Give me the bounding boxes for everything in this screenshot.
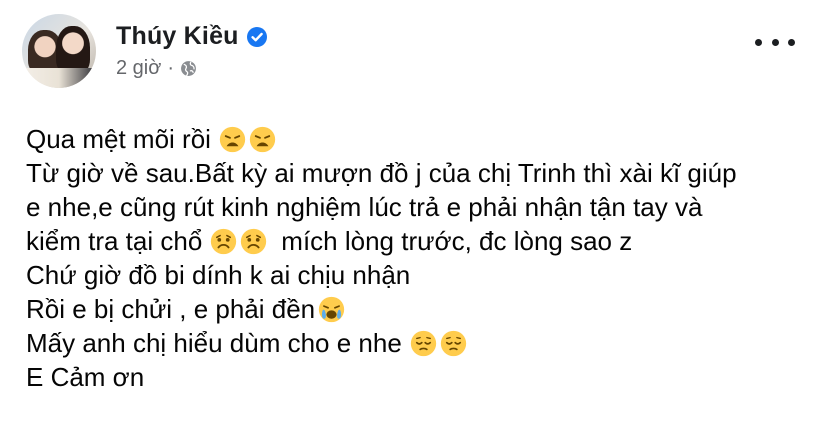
line-text: E Cảm ơn	[26, 362, 145, 392]
post-line: Mấy anh chị hiểu dùm cho e nhe	[26, 326, 796, 360]
post-line: Qua mệt mõi rồi	[26, 122, 796, 156]
sad-face-icon	[240, 228, 267, 255]
post-line: E Cảm ơn	[26, 360, 796, 394]
sad-face-icon	[210, 228, 237, 255]
post-time[interactable]: 2 giờ	[116, 57, 161, 80]
post-meta: Thúy Kiều 2 giờ ·	[116, 22, 267, 80]
post-line: e nhe,e cũng rút kinh nghiệm lúc trả e p…	[26, 190, 796, 224]
pensive-face-icon	[410, 330, 437, 357]
weary-face-icon	[219, 126, 246, 153]
post-line: Từ giờ về sau.Bất kỳ ai mượn đồ j của ch…	[26, 156, 796, 190]
post-header: Thúy Kiều 2 giờ ·	[22, 14, 267, 88]
verified-badge-icon	[246, 26, 267, 47]
pensive-face-icon	[440, 330, 467, 357]
globe-icon[interactable]	[180, 60, 197, 77]
post-line: kiểm tra tại chổ mích lòng trước, đc lòn…	[26, 224, 796, 258]
post-line: Rồi e bị chửi , e phải đền	[26, 292, 796, 326]
more-dot	[788, 38, 795, 46]
avatar-clothing	[22, 68, 96, 88]
more-options-icon[interactable]	[755, 30, 795, 54]
facebook-post: Thúy Kiều 2 giờ · Qua mệt mõi rồi Từ giờ…	[0, 0, 817, 431]
more-dot	[771, 38, 779, 46]
line-text: Rồi e bị chửi , e phải đền	[26, 294, 316, 324]
crying-face-icon	[318, 296, 345, 323]
line-text: kiểm tra tại chổ	[26, 226, 203, 256]
line-text: Chứ giờ đồ bi dính k ai chịu nhận	[26, 260, 411, 290]
line-text: Qua mệt mõi rồi	[26, 124, 211, 154]
line-text: e nhe,e cũng rút kinh nghiệm lúc trả e p…	[26, 192, 703, 222]
post-line: Chứ giờ đồ bi dính k ai chịu nhận	[26, 258, 796, 292]
author-avatar[interactable]	[22, 14, 96, 88]
line-text-after: mích lòng trước, đc lòng sao z	[281, 226, 633, 256]
meta-separator: ·	[167, 57, 175, 79]
weary-face-icon	[249, 126, 276, 153]
author-name[interactable]: Thúy Kiều	[116, 22, 239, 51]
post-subheader: 2 giờ ·	[116, 57, 267, 80]
author-row: Thúy Kiều	[116, 22, 267, 51]
post-content: Qua mệt mõi rồi Từ giờ về sau.Bất kỳ ai …	[26, 122, 796, 394]
more-dot	[755, 38, 762, 46]
line-text: Mấy anh chị hiểu dùm cho e nhe	[26, 328, 402, 358]
line-text: Từ giờ về sau.Bất kỳ ai mượn đồ j của ch…	[26, 158, 737, 188]
avatar-person-right	[56, 26, 90, 74]
